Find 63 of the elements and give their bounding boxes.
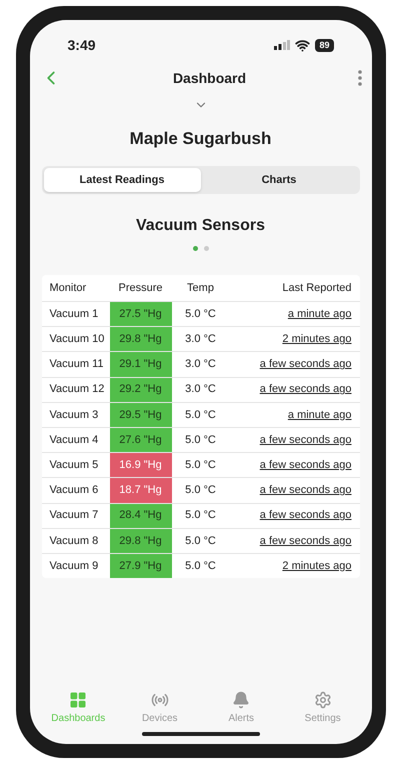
table-cell-text: 5.0 °C bbox=[184, 306, 217, 322]
pressure-cell: 29.1 "Hg bbox=[110, 352, 172, 377]
table-cell-text: Vacuum 9 bbox=[48, 558, 100, 574]
table-cell-text: Vacuum 1 bbox=[48, 306, 100, 322]
last-reported-link[interactable]: a few seconds ago bbox=[230, 532, 360, 550]
table-cell-text: Vacuum 4 bbox=[48, 432, 100, 448]
status-time: 3:49 bbox=[68, 36, 96, 54]
table-cell-text: 5.0 °C bbox=[184, 508, 217, 524]
pressure-cell: 28.4 "Hg bbox=[110, 504, 172, 528]
pressure-cell: 29.5 "Hg bbox=[110, 402, 172, 427]
last-reported-link[interactable]: 2 minutes ago bbox=[230, 558, 360, 574]
column-header: Temp bbox=[186, 280, 215, 296]
settings-icon bbox=[314, 691, 332, 709]
battery-level: 89 bbox=[315, 38, 334, 52]
bell-icon bbox=[232, 691, 250, 709]
header-title: Dashboard bbox=[172, 68, 246, 88]
pressure-cell: 27.9 "Hg bbox=[110, 554, 172, 578]
table-cell-text: 5.0 °C bbox=[184, 408, 217, 423]
pressure-cell: 29.2 "Hg bbox=[110, 378, 172, 402]
last-reported-link[interactable]: a minute ago bbox=[230, 406, 360, 424]
last-reported-link[interactable]: a few seconds ago bbox=[230, 482, 360, 499]
last-reported-link[interactable]: a minute ago bbox=[230, 306, 360, 322]
table-cell-text: 5.0 °C bbox=[184, 458, 217, 473]
signal-icon bbox=[150, 691, 169, 709]
more-options-button[interactable] bbox=[358, 70, 362, 86]
table-cell-text: 5.0 °C bbox=[184, 534, 217, 549]
table-cell-text: Vacuum 5 bbox=[48, 458, 100, 473]
pressure-cell: 29.8 "Hg bbox=[110, 528, 172, 553]
site-title: Maple Sugarbush bbox=[130, 128, 272, 150]
column-header: Monitor bbox=[48, 280, 88, 296]
last-reported-link[interactable]: a few seconds ago bbox=[230, 381, 360, 398]
pressure-cell: 29.8 "Hg bbox=[110, 327, 172, 352]
table-cell-text: Vacuum 6 bbox=[48, 483, 100, 498]
wifi-icon bbox=[295, 38, 310, 52]
table-cell-text: Vacuum 10 bbox=[48, 332, 106, 348]
pressure-cell: 18.7 "Hg bbox=[110, 478, 172, 502]
pressure-cell: 16.9 "Hg bbox=[110, 453, 172, 478]
more-options-icon bbox=[358, 70, 362, 86]
table-cell-text: Vacuum 11 bbox=[48, 357, 105, 372]
table-cell-text: Vacuum 3 bbox=[48, 408, 100, 423]
pressure-cell: 27.5 "Hg bbox=[110, 302, 172, 326]
table-cell-text: Vacuum 8 bbox=[48, 534, 100, 549]
table-cell-text: 3.0 °C bbox=[184, 357, 217, 372]
last-reported-link[interactable]: a few seconds ago bbox=[230, 432, 360, 448]
table-cell-text: 5.0 °C bbox=[184, 432, 217, 448]
grid-icon bbox=[69, 691, 88, 709]
last-reported-link[interactable]: a few seconds ago bbox=[230, 356, 360, 373]
column-header: Pressure bbox=[117, 280, 164, 296]
table-cell-text: 5.0 °C bbox=[184, 558, 217, 574]
last-reported-link[interactable]: a few seconds ago bbox=[230, 507, 360, 524]
table-cell-text: 3.0 °C bbox=[184, 382, 217, 398]
table-cell-text: Vacuum 12 bbox=[48, 382, 106, 398]
table-cell-text: Vacuum 7 bbox=[48, 508, 100, 524]
section-title: Vacuum Sensors bbox=[136, 216, 265, 236]
segment-tab[interactable]: Latest Readings bbox=[44, 168, 200, 192]
cellular-signal-icon bbox=[274, 40, 290, 50]
table-cell-text: 5.0 °C bbox=[184, 483, 217, 498]
last-reported-link[interactable]: 2 minutes ago bbox=[230, 331, 360, 348]
table-cell-text: 3.0 °C bbox=[184, 332, 217, 348]
segment-tab[interactable]: Charts bbox=[200, 168, 358, 192]
last-reported-link[interactable]: a few seconds ago bbox=[230, 456, 360, 474]
column-header: Last Reported bbox=[281, 280, 352, 296]
pressure-cell: 27.6 "Hg bbox=[110, 428, 172, 452]
